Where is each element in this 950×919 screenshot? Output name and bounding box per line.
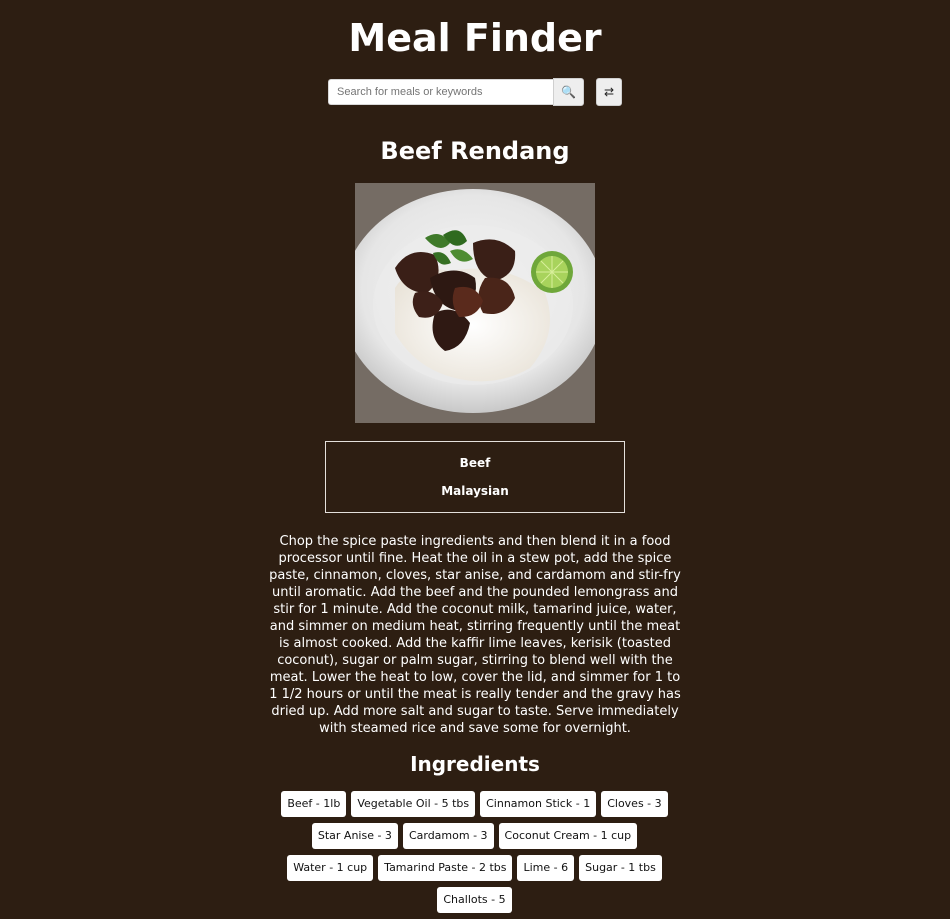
ingredient-item: Star Anise - 3 bbox=[311, 823, 398, 849]
ingredient-item: Water - 1 cup bbox=[287, 855, 374, 881]
search-icon: 🔍 bbox=[561, 84, 576, 99]
ingredient-item: Cinnamon Stick - 1 bbox=[480, 791, 597, 817]
ingredient-item: Coconut Cream - 1 cup bbox=[498, 823, 638, 849]
search-button[interactable]: 🔍 bbox=[553, 77, 584, 106]
meal-category: Beef bbox=[459, 456, 491, 470]
ingredients-heading: Ingredients bbox=[410, 752, 540, 776]
meal-info-box: Beef Malaysian bbox=[325, 441, 625, 513]
shuffle-icon: ⇄ bbox=[603, 85, 615, 99]
single-meal: Beef Rendang Beef Malaysian Chop the spi… bbox=[0, 136, 950, 919]
ingredient-item: Beef - 1lb bbox=[281, 791, 347, 817]
ingredient-item: Lime - 6 bbox=[517, 855, 575, 881]
ingredients-list: Beef - 1lb Vegetable Oil - 5 tbs Cinnamo… bbox=[265, 791, 685, 919]
ingredient-item: Vegetable Oil - 5 tbs bbox=[351, 791, 476, 817]
search-form: 🔍 bbox=[328, 77, 584, 106]
meal-instructions: Chop the spice paste ingredients and the… bbox=[269, 534, 681, 736]
random-meal-button[interactable]: ⇄ bbox=[596, 78, 622, 106]
app-title: Meal Finder bbox=[348, 16, 602, 60]
ingredient-item: Tamarind Paste - 2 tbs bbox=[378, 855, 513, 881]
meal-title: Beef Rendang bbox=[380, 137, 570, 165]
ingredient-item: Challots - 5 bbox=[437, 887, 512, 913]
ingredient-item: Cardamom - 3 bbox=[402, 823, 494, 849]
ingredient-item: Cloves - 3 bbox=[601, 791, 668, 817]
app-container: Meal Finder 🔍 ⇄ Beef Rendang bbox=[0, 0, 950, 919]
meal-image bbox=[355, 183, 595, 423]
search-row: 🔍 ⇄ bbox=[0, 77, 950, 106]
meal-area: Malaysian bbox=[441, 484, 509, 498]
ingredient-item: Sugar - 1 tbs bbox=[579, 855, 662, 881]
search-input[interactable] bbox=[328, 78, 553, 105]
